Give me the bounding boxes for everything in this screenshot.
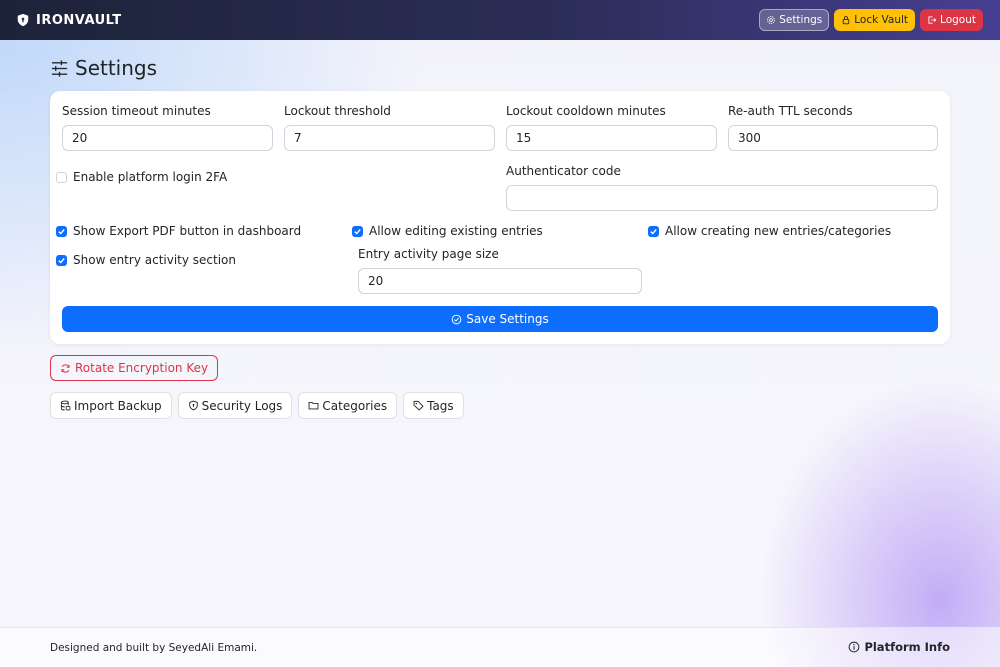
checkbox-unchecked-icon[interactable]: [56, 171, 67, 183]
allow-editing-label: Allow editing existing entries: [369, 224, 543, 238]
settings-button[interactable]: Settings: [759, 9, 830, 31]
security-logs-label: Security Logs: [201, 398, 283, 413]
save-settings-button[interactable]: Save Settings: [62, 306, 938, 332]
authenticator-code-input[interactable]: [506, 185, 938, 211]
lockout-cooldown-label: Lockout cooldown minutes: [506, 104, 666, 118]
footer-credit: Designed and built by SeyedAli Emami.: [50, 642, 258, 654]
logout-icon: [928, 16, 937, 24]
tags-button[interactable]: Tags: [403, 392, 464, 419]
nav-actions: Settings Lock Vault Logout: [759, 9, 983, 31]
lockout-cooldown-input[interactable]: 15: [506, 125, 717, 151]
lock-icon: [843, 16, 850, 25]
rotate-icon: [61, 363, 70, 373]
show-export-pdf-checkbox[interactable]: Show Export PDF button in dashboard: [56, 224, 301, 238]
logout-label: Logout: [940, 14, 976, 26]
checkbox-checked-icon[interactable]: [56, 254, 67, 266]
settings-label: Settings: [779, 14, 823, 26]
authenticator-code-label: Authenticator code: [506, 164, 621, 178]
rotate-encryption-key-button[interactable]: Rotate Encryption Key: [50, 355, 219, 381]
platform-info-label: Platform Info: [864, 640, 950, 654]
folder-icon: [309, 401, 319, 410]
show-export-pdf-label: Show Export PDF button in dashboard: [73, 224, 302, 238]
gear-icon: [767, 16, 776, 24]
secondary-actions: Import Backup Security Logs Categories T…: [50, 392, 464, 419]
show-activity-label: Show entry activity section: [73, 253, 237, 267]
shield-lock-icon: [188, 400, 198, 411]
session-timeout-input[interactable]: 20: [62, 125, 273, 151]
allow-creating-checkbox[interactable]: Allow creating new entries/categories: [648, 224, 891, 238]
info-circle-icon: [849, 641, 860, 653]
logout-button[interactable]: Logout: [920, 9, 983, 31]
platform-2fa-label: Enable platform login 2FA: [73, 170, 228, 184]
import-backup-label: Import Backup: [74, 398, 162, 413]
categories-label: Categories: [322, 398, 388, 413]
security-logs-button[interactable]: Security Logs: [177, 392, 293, 419]
checkbox-checked-icon[interactable]: [352, 225, 363, 237]
categories-button[interactable]: Categories: [298, 392, 398, 419]
allow-editing-checkbox[interactable]: Allow editing existing entries: [352, 224, 543, 238]
checkbox-checked-icon[interactable]: [56, 225, 67, 237]
shield-icon: [17, 13, 29, 27]
tags-icon: [413, 400, 424, 411]
footer: Designed and built by SeyedAli Emami. Pl…: [0, 627, 1000, 667]
allow-creating-label: Allow creating new entries/categories: [665, 224, 892, 238]
lockout-threshold-label: Lockout threshold: [284, 104, 391, 118]
navbar: IRONVAULT Settings Lock Vault Logout: [0, 0, 1000, 40]
session-timeout-label: Session timeout minutes: [62, 104, 211, 118]
page-title: Settings: [50, 56, 157, 80]
settings-card: Session timeout minutes 20 Lockout thres…: [50, 91, 950, 344]
import-backup-button[interactable]: Import Backup: [50, 392, 172, 419]
sliders-icon: [51, 59, 68, 77]
check-circle-icon: [451, 314, 462, 324]
activity-page-size-label: Entry activity page size: [358, 247, 499, 261]
reauth-ttl-label: Re-auth TTL seconds: [728, 104, 853, 118]
platform-2fa-checkbox[interactable]: Enable platform login 2FA: [56, 170, 227, 184]
lockout-threshold-input[interactable]: 7: [284, 125, 495, 151]
lock-vault-label: Lock Vault: [854, 14, 909, 26]
lock-vault-button[interactable]: Lock Vault: [834, 9, 916, 31]
save-settings-label: Save Settings: [466, 312, 549, 326]
reauth-ttl-input[interactable]: 300: [728, 125, 938, 151]
platform-info-link[interactable]: Platform Info: [848, 640, 950, 654]
brand[interactable]: IRONVAULT: [16, 13, 122, 28]
show-activity-checkbox[interactable]: Show entry activity section: [56, 253, 236, 267]
activity-page-size-input[interactable]: 20: [358, 268, 642, 294]
checkbox-checked-icon[interactable]: [648, 225, 659, 237]
database-icon: [60, 400, 71, 411]
brand-name: IRONVAULT: [36, 12, 122, 28]
rotate-encryption-key-label: Rotate Encryption Key: [75, 361, 209, 375]
tags-label: Tags: [427, 398, 454, 413]
page-title-text: Settings: [75, 56, 158, 80]
